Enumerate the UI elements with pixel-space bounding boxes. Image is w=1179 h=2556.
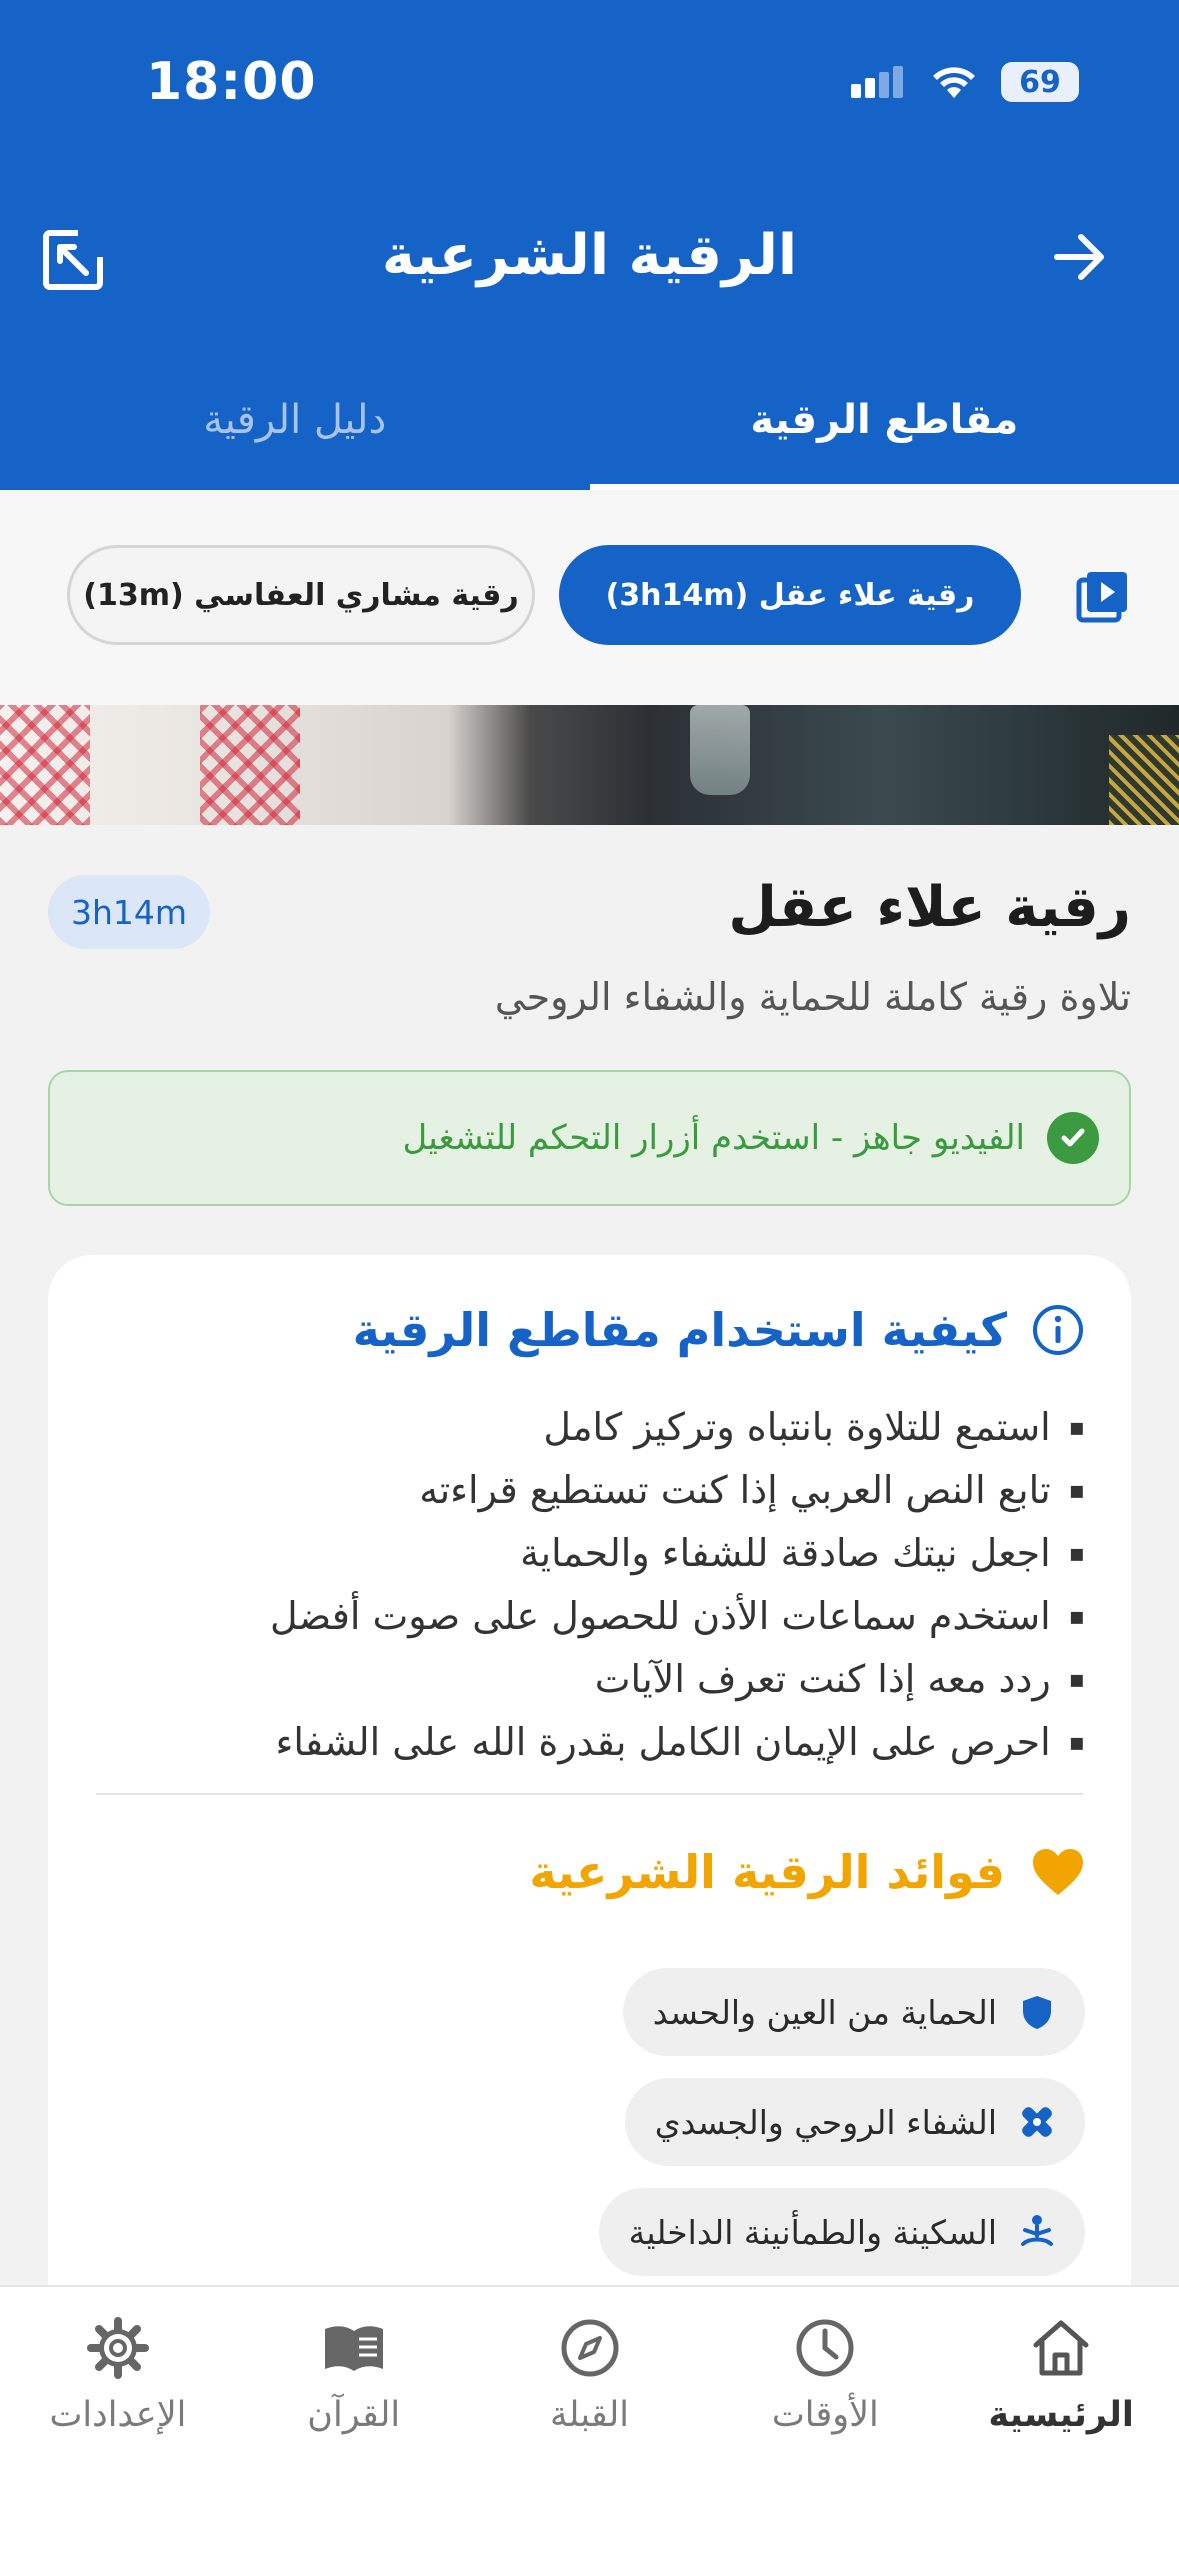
thumbnail-pattern xyxy=(1109,735,1179,825)
duration-badge: 3h14m xyxy=(48,875,210,949)
nav-settings[interactable]: الإعدادات xyxy=(0,2287,236,2556)
nav-label: القبلة xyxy=(550,2395,630,2435)
info-card: كيفية استخدام مقاطع الرقية استمع للتلاوة… xyxy=(48,1255,1131,2386)
bandage-icon xyxy=(1022,2107,1052,2137)
nav-label: الإعدادات xyxy=(49,2395,187,2435)
nav-prayer-times[interactable]: الأوقات xyxy=(707,2287,943,2556)
meditation-icon xyxy=(1021,2215,1053,2246)
video-ready-banner: الفيديو جاهز - استخدم أزرار التحكم للتشغ… xyxy=(48,1070,1131,1206)
benefit-chip: الحماية من العين والحسد xyxy=(622,1968,1085,2056)
nav-quran[interactable]: القرآن xyxy=(236,2287,472,2556)
tab-ruqyah-guide[interactable]: دليل الرقية xyxy=(0,350,590,490)
nav-qibla[interactable]: القبلة xyxy=(472,2287,708,2556)
signal-icon xyxy=(851,66,903,98)
wifi-icon xyxy=(933,67,975,98)
book-icon xyxy=(324,2326,383,2371)
benefits-heading: فوائد الرقية الشرعية xyxy=(529,1845,1085,1899)
page-title: الرقية الشرعية xyxy=(381,223,798,288)
benefit-chip: الشفاء الروحي والجسدي xyxy=(624,2078,1085,2166)
list-item: تابع النص العربي إذا كنت تستطيع قراءته xyxy=(270,1458,1085,1521)
nav-label: الرئيسية xyxy=(988,2395,1134,2435)
info-icon xyxy=(1033,1305,1083,1355)
compass-icon xyxy=(561,2319,619,2377)
reciter-selector: رقية علاء عقل (3h14m) رقية مشاري العفاسي… xyxy=(0,490,1179,705)
list-item: استخدم سماعات الأذن للحصول على صوت أفضل xyxy=(270,1584,1085,1647)
home-icon xyxy=(1033,2320,1089,2376)
clock-icon xyxy=(796,2319,854,2377)
video-thumbnail[interactable] xyxy=(0,705,1179,825)
list-item: احرص على الإيمان الكامل بقدرة الله على ا… xyxy=(270,1710,1085,1773)
list-item: استمع للتلاوة بانتباه وتركيز كامل xyxy=(270,1395,1085,1458)
list-item: اجعل نيتك صادقة للشفاء والحماية xyxy=(270,1521,1085,1584)
benefits-heading-text: فوائد الرقية الشرعية xyxy=(529,1845,1005,1899)
list-item: ردد معه إذا كنت تعرف الآيات xyxy=(270,1647,1085,1710)
open-external-icon[interactable] xyxy=(40,227,106,293)
app-bar: الرقية الشرعية xyxy=(0,175,1179,350)
chip-mishary-alafasy[interactable]: رقية مشاري العفاسي (13m) xyxy=(67,545,535,645)
status-bar: 18:00 69 xyxy=(0,0,1179,175)
divider xyxy=(96,1793,1083,1795)
benefit-chip: السكينة والطمأنينة الداخلية xyxy=(598,2188,1085,2276)
tab-bar: مقاطع الرقية دليل الرقية xyxy=(0,350,1179,490)
benefit-label: الحماية من العين والحسد xyxy=(652,1992,997,2032)
nav-label: الأوقات xyxy=(771,2395,879,2435)
tab-ruqyah-clips[interactable]: مقاطع الرقية xyxy=(589,350,1179,490)
chip-alaa-aql[interactable]: رقية علاء عقل (3h14m) xyxy=(559,545,1021,645)
bottom-navigation: الرئيسية الأوقات القبلة القرآن الإعدادات xyxy=(0,2285,1179,2556)
playlist-play-icon[interactable] xyxy=(1075,568,1131,624)
heart-icon xyxy=(1033,1849,1083,1895)
video-ready-text: الفيديو جاهز - استخدم أزرار التحكم للتشغ… xyxy=(402,1118,1025,1158)
video-title: رقية علاء عقل xyxy=(728,875,1131,940)
video-description: تلاوة رقية كاملة للحماية والشفاء الروحي xyxy=(494,975,1131,1019)
battery-indicator: 69 xyxy=(1001,62,1079,102)
how-to-heading-text: كيفية استخدام مقاطع الرقية xyxy=(352,1303,1007,1357)
thumbnail-lantern xyxy=(690,705,750,795)
nav-home[interactable]: الرئيسية xyxy=(943,2287,1179,2556)
status-time: 18:00 xyxy=(146,52,317,112)
tips-list: استمع للتلاوة بانتباه وتركيز كامل تابع ا… xyxy=(270,1395,1085,1773)
thumbnail-keffiyeh xyxy=(0,705,420,825)
check-circle-icon xyxy=(1047,1112,1099,1164)
benefit-label: السكينة والطمأنينة الداخلية xyxy=(628,2212,997,2252)
how-to-heading: كيفية استخدام مقاطع الرقية xyxy=(353,1303,1085,1357)
nav-label: القرآن xyxy=(307,2395,401,2435)
gear-icon xyxy=(86,2317,149,2379)
benefit-label: الشفاء الروحي والجسدي xyxy=(654,2102,997,2142)
status-icons: 69 xyxy=(851,62,1079,102)
shield-icon xyxy=(1023,1996,1051,2029)
